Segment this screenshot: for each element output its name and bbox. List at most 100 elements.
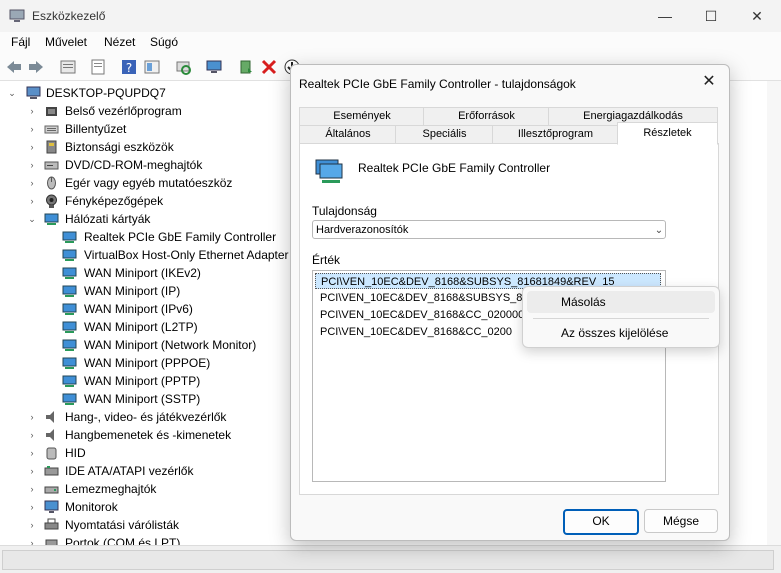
menu-item-select-all[interactable]: Az összes kijelölése bbox=[527, 322, 715, 344]
hid-icon bbox=[46, 447, 57, 460]
port-icon bbox=[45, 539, 58, 545]
vertical-scrollbar[interactable] bbox=[767, 81, 781, 545]
tab-driver[interactable]: Illesztőprogram bbox=[492, 125, 619, 144]
property-dropdown-value: Hardverazonosítók bbox=[316, 224, 409, 236]
network-adapter-icon bbox=[62, 303, 77, 315]
chevron-right-icon[interactable]: › bbox=[26, 498, 38, 516]
title-bar: Eszközkezelő — ☐ ✕ bbox=[0, 0, 781, 32]
document-icon[interactable] bbox=[89, 58, 107, 76]
tree-item-monitors[interactable]: › Monitorok bbox=[26, 498, 326, 516]
forward-icon[interactable] bbox=[27, 58, 45, 76]
ok-button[interactable]: OK bbox=[563, 509, 639, 535]
list-item[interactable]: PCI\VEN_10EC&DEV_8168&SUBSYS_816 bbox=[315, 290, 540, 306]
tree-item-print-queues[interactable]: › Nyomtatási várólisták bbox=[26, 516, 326, 534]
chevron-down-icon: ⌄ bbox=[654, 225, 664, 236]
menu-view[interactable]: Nézet bbox=[104, 35, 135, 49]
ide-controller-icon bbox=[44, 466, 59, 476]
device-name: Realtek PCIe GbE Family Controller bbox=[358, 161, 551, 175]
status-pane bbox=[2, 550, 774, 570]
value-label: Érték bbox=[312, 253, 341, 267]
tree-item-ports[interactable]: › Portok (COM és LPT) bbox=[26, 534, 326, 545]
chevron-right-icon[interactable]: › bbox=[26, 426, 38, 444]
mouse-icon bbox=[47, 176, 56, 190]
network-adapter-icon bbox=[44, 213, 59, 225]
network-adapter-icon bbox=[62, 249, 77, 261]
menu-item-copy[interactable]: Másolás bbox=[527, 291, 715, 313]
monitor-icon[interactable] bbox=[205, 58, 223, 76]
uninstall-icon[interactable] bbox=[260, 58, 278, 76]
network-adapter-icon bbox=[62, 339, 77, 351]
tree-item-cameras[interactable]: › Fényképezőgépek bbox=[26, 192, 326, 210]
status-bar bbox=[0, 545, 781, 573]
chevron-down-icon[interactable]: ⌄ bbox=[26, 210, 38, 228]
chevron-right-icon[interactable]: › bbox=[26, 408, 38, 426]
tree-item-security-devices[interactable]: › Biztonsági eszközök bbox=[26, 138, 326, 156]
chevron-right-icon[interactable]: › bbox=[26, 156, 38, 174]
tree-root[interactable]: ⌄ DESKTOP-PQUPDQ7 bbox=[6, 84, 306, 102]
chevron-right-icon[interactable]: › bbox=[26, 102, 38, 120]
tab-resources[interactable]: Erőforrások bbox=[423, 107, 550, 126]
menu-action[interactable]: Művelet bbox=[45, 35, 87, 49]
back-icon[interactable] bbox=[5, 58, 23, 76]
tab-details[interactable]: Részletek bbox=[617, 122, 718, 145]
tab-advanced[interactable]: Speciális bbox=[395, 125, 494, 144]
property-label: Tulajdonság bbox=[312, 204, 377, 218]
scan-hardware-icon[interactable] bbox=[174, 58, 192, 76]
monitor-icon bbox=[44, 500, 59, 513]
tree-item-audio-io[interactable]: › Hangbemenetek és -kimenetek bbox=[26, 426, 326, 444]
panel-icon[interactable] bbox=[143, 58, 161, 76]
menu-separator bbox=[533, 318, 709, 319]
chevron-right-icon[interactable]: › bbox=[26, 174, 38, 192]
chevron-right-icon[interactable]: › bbox=[26, 444, 38, 462]
chevron-right-icon[interactable]: › bbox=[26, 480, 38, 498]
firmware-icon bbox=[46, 107, 57, 116]
svg-text:?: ? bbox=[126, 61, 132, 75]
print-queue-icon bbox=[44, 518, 59, 530]
update-driver-icon[interactable] bbox=[237, 58, 255, 76]
network-adapter-icon bbox=[62, 267, 77, 279]
help-icon[interactable]: ? bbox=[120, 58, 138, 76]
audio-io-icon bbox=[46, 429, 54, 441]
menu-bar: Fájl Művelet Nézet Súgó bbox=[0, 32, 781, 54]
chevron-right-icon[interactable]: › bbox=[26, 516, 38, 534]
property-dropdown[interactable]: Hardverazonosítók ⌄ bbox=[312, 220, 666, 239]
camera-icon bbox=[46, 194, 57, 208]
list-item[interactable]: PCI\VEN_10EC&DEV_8168&CC_020000 bbox=[315, 307, 529, 323]
menu-file[interactable]: Fájl bbox=[11, 35, 30, 49]
disk-drive-icon bbox=[44, 486, 59, 494]
tab-events[interactable]: Események bbox=[299, 107, 425, 126]
chevron-right-icon[interactable]: › bbox=[26, 534, 38, 545]
tree-item-firmware[interactable]: › Belső vezérlőprogram bbox=[26, 102, 326, 120]
tree-item-disk-drives[interactable]: › Lemezmeghajtók bbox=[26, 480, 326, 498]
cancel-button[interactable]: Mégse bbox=[644, 509, 718, 533]
menu-help[interactable]: Súgó bbox=[150, 35, 178, 49]
maximize-button[interactable]: ☐ bbox=[688, 0, 734, 32]
tree-item-network-adapters[interactable]: ⌄ Hálózati kártyák bbox=[26, 210, 326, 228]
chevron-right-icon[interactable]: › bbox=[26, 120, 38, 138]
chevron-right-icon[interactable]: › bbox=[26, 192, 38, 210]
network-adapter-icon bbox=[62, 375, 77, 387]
chevron-right-icon[interactable]: › bbox=[26, 462, 38, 480]
tree-item-mouse[interactable]: › Egér vagy egyéb mutatóeszköz bbox=[26, 174, 326, 192]
minimize-button[interactable]: — bbox=[642, 0, 688, 32]
tree-item-dvd-drives[interactable]: › DVD/CD-ROM-meghajtók bbox=[26, 156, 326, 174]
close-button[interactable]: ✕ bbox=[734, 0, 780, 32]
tree-item-ide-controllers[interactable]: › IDE ATA/ATAPI vezérlők bbox=[26, 462, 326, 480]
list-item[interactable]: PCI\VEN_10EC&DEV_8168&CC_0200 bbox=[315, 324, 517, 340]
network-adapter-icon bbox=[315, 159, 343, 183]
network-adapter-icon bbox=[62, 321, 77, 333]
context-menu: Másolás Az összes kijelölése bbox=[522, 286, 720, 348]
network-adapter-icon bbox=[62, 285, 77, 297]
tree-item-keyboard[interactable]: › Billentyűzet bbox=[26, 120, 326, 138]
dialog-close-button[interactable]: ✕ bbox=[697, 71, 721, 93]
tab-general[interactable]: Általános bbox=[299, 125, 397, 144]
chevron-down-icon[interactable]: ⌄ bbox=[6, 84, 18, 102]
properties-view-icon[interactable] bbox=[59, 58, 77, 76]
sound-icon bbox=[46, 411, 54, 423]
chevron-right-icon[interactable]: › bbox=[26, 138, 38, 156]
app-title: Eszközkezelő bbox=[32, 9, 106, 23]
network-adapter-icon bbox=[62, 393, 77, 405]
tree-item-hid[interactable]: › HID bbox=[26, 444, 326, 462]
tree-item-sound[interactable]: › Hang-, video- és játékvezérlők bbox=[26, 408, 326, 426]
dvd-drive-icon bbox=[44, 161, 59, 170]
